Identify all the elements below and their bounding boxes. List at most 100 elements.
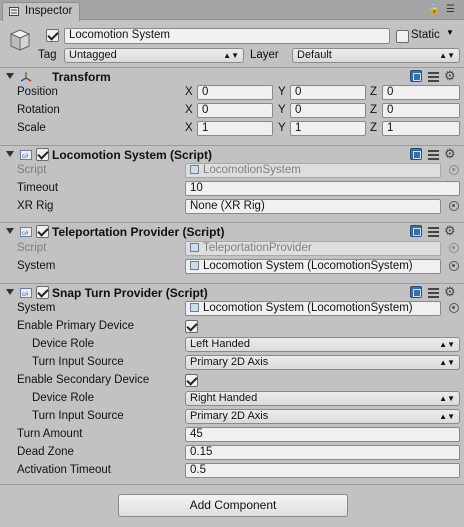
turn-amount-field[interactable]: 45 — [185, 427, 460, 442]
object-picker-icon[interactable] — [449, 261, 459, 271]
primary-turn-input-dropdown[interactable]: Primary 2D Axis ▲▼ — [185, 355, 460, 370]
svg-text:c#: c# — [22, 292, 29, 298]
sliders-icon[interactable] — [428, 227, 439, 237]
teleportation-enabled-checkbox[interactable] — [36, 225, 49, 238]
system-field[interactable]: Locomotion System (LocomotionSystem) — [185, 259, 441, 274]
foldout-arrow-icon[interactable] — [6, 73, 14, 79]
turn-input-value: Primary 2D Axis — [190, 356, 269, 368]
dead-zone-row: Dead Zone 0.15 — [0, 444, 464, 462]
object-picker-icon[interactable] — [449, 303, 459, 313]
static-label: Static — [411, 29, 440, 41]
scale-x-field[interactable]: 1 — [197, 121, 273, 136]
scale-y-field[interactable]: 1 — [290, 121, 366, 136]
foldout-arrow-icon[interactable] — [6, 289, 14, 295]
sliders-icon[interactable] — [428, 150, 439, 160]
sliders-icon[interactable] — [428, 288, 439, 298]
enable-secondary-label: Enable Secondary Device — [17, 374, 150, 386]
position-y-field[interactable]: 0 — [290, 85, 366, 100]
chevron-down-icon: ▲▼ — [223, 51, 239, 60]
device-role-value: Right Handed — [190, 392, 258, 404]
script-label: Script — [17, 242, 47, 254]
script-icon — [190, 243, 199, 252]
xr-rig-field[interactable]: None (XR Rig) — [185, 199, 441, 214]
turn-input-value: Primary 2D Axis — [190, 410, 269, 422]
enable-primary-row: Enable Primary Device — [0, 318, 464, 336]
script-label: Script — [17, 164, 47, 176]
layer-dropdown[interactable]: Default ▲▼ — [292, 48, 460, 63]
static-dropdown-icon[interactable]: ▼ — [446, 28, 454, 37]
activation-timeout-row: Activation Timeout 0.5 — [0, 462, 464, 480]
book-icon[interactable] — [410, 286, 422, 298]
teleportation-provider-header[interactable]: c# Teleportation Provider (Script) ⚙ — [0, 222, 464, 240]
script-icon: c# — [20, 227, 32, 237]
tab-label: Inspector — [25, 5, 73, 17]
divider — [0, 484, 464, 485]
locomotion-system-header[interactable]: c# Locomotion System (Script) ⚙ — [0, 145, 464, 163]
gear-icon[interactable]: ⚙ — [444, 68, 456, 84]
object-picker-icon[interactable] — [449, 201, 459, 211]
scale-z-field[interactable]: 1 — [382, 121, 460, 136]
rotation-x-field[interactable]: 0 — [197, 103, 273, 118]
static-checkbox[interactable] — [396, 30, 409, 43]
z-axis-label: Z — [370, 122, 378, 134]
rotation-label: Rotation — [17, 104, 60, 116]
chevron-down-icon: ▲▼ — [439, 394, 455, 403]
chevron-down-icon: ▲▼ — [439, 340, 455, 349]
inspector-window: Inspector 🔒 ☰ Locomotion System Static ▼… — [0, 0, 464, 527]
tab-menu-icon[interactable]: ☰ — [446, 4, 455, 15]
sliders-icon[interactable] — [428, 72, 439, 82]
locomotion-enabled-checkbox[interactable] — [36, 148, 49, 161]
turn-input-source-label: Turn Input Source — [32, 410, 124, 422]
gear-icon[interactable]: ⚙ — [444, 146, 456, 162]
activation-timeout-field[interactable]: 0.5 — [185, 463, 460, 478]
chevron-down-icon: ▲▼ — [439, 412, 455, 421]
rotation-row: Rotation X 0 Y 0 Z 0 — [0, 102, 464, 120]
z-axis-label: Z — [370, 104, 378, 116]
script-icon — [190, 303, 199, 312]
enable-primary-checkbox[interactable] — [185, 320, 198, 333]
x-axis-label: X — [185, 86, 193, 98]
tab-inspector[interactable]: Inspector — [2, 2, 80, 21]
rotation-y-field[interactable]: 0 — [290, 103, 366, 118]
foldout-arrow-icon[interactable] — [6, 151, 14, 157]
y-axis-label: Y — [278, 104, 286, 116]
gameobject-active-checkbox[interactable] — [46, 29, 59, 42]
book-icon[interactable] — [410, 70, 422, 82]
primary-device-role-dropdown[interactable]: Left Handed ▲▼ — [185, 337, 460, 352]
secondary-turn-input-dropdown[interactable]: Primary 2D Axis ▲▼ — [185, 409, 460, 424]
timeout-field[interactable]: 10 — [185, 181, 460, 196]
snap-turn-provider-header[interactable]: c# Snap Turn Provider (Script) ⚙ — [0, 283, 464, 301]
teleport-system-row: System Locomotion System (LocomotionSyst… — [0, 258, 464, 276]
secondary-device-role-dropdown[interactable]: Right Handed ▲▼ — [185, 391, 460, 406]
script-field: LocomotionSystem — [185, 163, 441, 178]
snap-turn-enabled-checkbox[interactable] — [36, 286, 49, 299]
system-field[interactable]: Locomotion System (LocomotionSystem) — [185, 301, 441, 316]
book-icon[interactable] — [410, 148, 422, 160]
x-axis-label: X — [185, 122, 193, 134]
enable-secondary-checkbox[interactable] — [185, 374, 198, 387]
teleport-script-row: Script TeleportationProvider — [0, 240, 464, 258]
script-icon — [190, 261, 199, 270]
enable-secondary-row: Enable Secondary Device — [0, 372, 464, 390]
inspector-icon — [9, 7, 19, 16]
transform-header[interactable]: Transform ⚙ — [0, 67, 464, 85]
position-z-field[interactable]: 0 — [382, 85, 460, 100]
position-row: Position X 0 Y 0 Z 0 — [0, 84, 464, 102]
foldout-arrow-icon[interactable] — [6, 228, 14, 234]
timeout-label: Timeout — [17, 182, 59, 194]
tag-dropdown[interactable]: Untagged ▲▼ — [64, 48, 244, 63]
gear-icon[interactable]: ⚙ — [444, 223, 456, 239]
scale-row: Scale X 1 Y 1 Z 1 — [0, 120, 464, 138]
dead-zone-field[interactable]: 0.15 — [185, 445, 460, 460]
gameobject-name-field[interactable]: Locomotion System — [64, 28, 390, 44]
script-value: TeleportationProvider — [203, 242, 312, 254]
lock-icon[interactable]: 🔒 — [428, 4, 440, 15]
rotation-z-field[interactable]: 0 — [382, 103, 460, 118]
gear-icon[interactable]: ⚙ — [444, 284, 456, 300]
tab-bar: Inspector 🔒 ☰ — [0, 0, 464, 21]
position-x-field[interactable]: 0 — [197, 85, 273, 100]
add-component-button[interactable]: Add Component — [118, 494, 348, 517]
system-label: System — [17, 260, 56, 272]
cube-icon — [9, 29, 31, 51]
book-icon[interactable] — [410, 225, 422, 237]
